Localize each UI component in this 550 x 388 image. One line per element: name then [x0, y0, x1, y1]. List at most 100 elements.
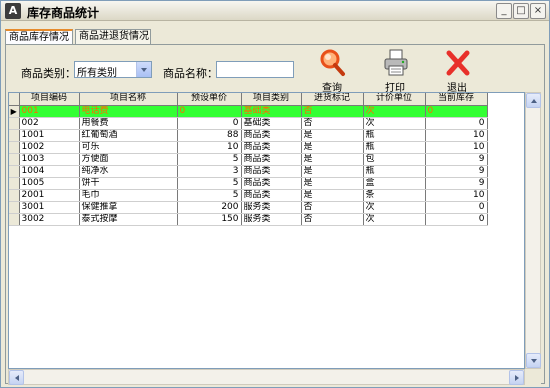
- tab-purchase-return[interactable]: 商品进退货情况: [75, 29, 151, 45]
- cell-stock[interactable]: 10: [425, 141, 488, 154]
- cell-flag[interactable]: 是: [301, 153, 364, 166]
- cell-category[interactable]: 基础类: [241, 117, 302, 130]
- cell-category[interactable]: 商品类: [241, 165, 302, 178]
- cell-code[interactable]: 1003: [19, 153, 80, 166]
- cell-flag[interactable]: 是: [301, 177, 364, 190]
- exit-button[interactable]: 退出: [437, 49, 477, 94]
- cell-name[interactable]: 泰式按摩: [79, 213, 178, 226]
- cell-stock[interactable]: 10: [425, 189, 488, 202]
- cell-unit[interactable]: 瓶: [363, 141, 426, 154]
- column-header[interactable]: 预设单价: [177, 93, 242, 106]
- cell-unit[interactable]: 瓶: [363, 129, 426, 142]
- cell-price[interactable]: 5: [177, 177, 242, 190]
- cell-unit[interactable]: 次: [363, 105, 426, 118]
- scroll-up-icon[interactable]: [526, 93, 541, 108]
- cell-name[interactable]: 饼干: [79, 177, 178, 190]
- table-row-selected[interactable]: ▶ 001 电话费 0 基础类 否 次 0: [9, 105, 488, 118]
- vertical-scrollbar[interactable]: [525, 92, 541, 369]
- table-row[interactable]: 1001 红葡萄酒 88 商品类 是 瓶 10: [9, 129, 488, 142]
- cell-code[interactable]: 3002: [19, 213, 80, 226]
- cell-stock[interactable]: 9: [425, 177, 488, 190]
- cell-stock[interactable]: 0: [425, 105, 488, 118]
- cell-name[interactable]: 红葡萄酒: [79, 129, 178, 142]
- cell-unit[interactable]: 次: [363, 201, 426, 214]
- column-header[interactable]: 进货标记: [301, 93, 364, 106]
- column-header[interactable]: 项目名称: [79, 93, 178, 106]
- cell-name[interactable]: 纯净水: [79, 165, 178, 178]
- column-header[interactable]: 项目类别: [241, 93, 302, 106]
- cell-price[interactable]: 5: [177, 153, 242, 166]
- close-button[interactable]: ×: [530, 3, 546, 19]
- cell-unit[interactable]: 次: [363, 213, 426, 226]
- cell-price[interactable]: 200: [177, 201, 242, 214]
- product-name-input[interactable]: [216, 61, 294, 78]
- cell-code[interactable]: 3001: [19, 201, 80, 214]
- chevron-down-icon[interactable]: [136, 62, 151, 77]
- cell-category[interactable]: 服务类: [241, 213, 302, 226]
- cell-name[interactable]: 用餐费: [79, 117, 178, 130]
- cell-price[interactable]: 3: [177, 165, 242, 178]
- table-row[interactable]: 1002 可乐 10 商品类 是 瓶 10: [9, 141, 488, 154]
- table-row[interactable]: 2001 毛巾 5 商品类 是 条 10: [9, 189, 488, 202]
- cell-price[interactable]: 5: [177, 189, 242, 202]
- maximize-button[interactable]: □: [513, 3, 529, 19]
- cell-category[interactable]: 商品类: [241, 141, 302, 154]
- cell-code[interactable]: 2001: [19, 189, 80, 202]
- cell-code[interactable]: 1001: [19, 129, 80, 142]
- cell-code[interactable]: 002: [19, 117, 80, 130]
- cell-name[interactable]: 保健推拿: [79, 201, 178, 214]
- cell-stock[interactable]: 10: [425, 129, 488, 142]
- cell-code[interactable]: 001: [19, 105, 80, 118]
- horizontal-scrollbar[interactable]: [8, 369, 525, 385]
- table-row[interactable]: 1003 方便面 5 商品类 是 包 9: [9, 153, 488, 166]
- cell-flag[interactable]: 否: [301, 213, 364, 226]
- cell-flag[interactable]: 是: [301, 165, 364, 178]
- cell-category[interactable]: 商品类: [241, 129, 302, 142]
- cell-name[interactable]: 电话费: [79, 105, 178, 118]
- column-header[interactable]: 计价单位: [363, 93, 426, 106]
- column-header[interactable]: 项目编码: [19, 93, 80, 106]
- scroll-left-icon[interactable]: [9, 370, 24, 385]
- cell-flag[interactable]: 否: [301, 117, 364, 130]
- cell-unit[interactable]: 盒: [363, 177, 426, 190]
- cell-flag[interactable]: 是: [301, 129, 364, 142]
- column-header[interactable]: 当前库存: [425, 93, 488, 106]
- table-row[interactable]: 1004 纯净水 3 商品类 是 瓶 9: [9, 165, 488, 178]
- cell-flag[interactable]: 否: [301, 201, 364, 214]
- cell-stock[interactable]: 0: [425, 201, 488, 214]
- cell-flag[interactable]: 是: [301, 189, 364, 202]
- cell-stock[interactable]: 9: [425, 165, 488, 178]
- cell-unit[interactable]: 次: [363, 117, 426, 130]
- cell-category[interactable]: 商品类: [241, 189, 302, 202]
- tab-stock-status[interactable]: 商品库存情况: [5, 29, 73, 45]
- cell-name[interactable]: 毛巾: [79, 189, 178, 202]
- cell-flag[interactable]: 是: [301, 141, 364, 154]
- cell-code[interactable]: 1002: [19, 141, 80, 154]
- table-row[interactable]: 1005 饼干 5 商品类 是 盒 9: [9, 177, 488, 190]
- table-row[interactable]: 002 用餐费 0 基础类 否 次 0: [9, 117, 488, 130]
- scroll-right-icon[interactable]: [509, 370, 524, 385]
- cell-price[interactable]: 150: [177, 213, 242, 226]
- cell-category[interactable]: 服务类: [241, 201, 302, 214]
- query-button[interactable]: 查询: [312, 49, 352, 94]
- cell-stock[interactable]: 0: [425, 117, 488, 130]
- cell-category[interactable]: 商品类: [241, 153, 302, 166]
- table-row[interactable]: 3001 保健推拿 200 服务类 否 次 0: [9, 201, 488, 214]
- scroll-down-icon[interactable]: [526, 353, 541, 368]
- cell-category[interactable]: 商品类: [241, 177, 302, 190]
- cell-name[interactable]: 可乐: [79, 141, 178, 154]
- category-select[interactable]: 所有类别: [74, 61, 152, 79]
- cell-stock[interactable]: 0: [425, 213, 488, 226]
- cell-unit[interactable]: 包: [363, 153, 426, 166]
- cell-price[interactable]: 0: [177, 117, 242, 130]
- cell-stock[interactable]: 9: [425, 153, 488, 166]
- print-button[interactable]: 打印: [375, 49, 415, 94]
- cell-code[interactable]: 1005: [19, 177, 80, 190]
- cell-flag[interactable]: 否: [301, 105, 364, 118]
- cell-code[interactable]: 1004: [19, 165, 80, 178]
- cell-name[interactable]: 方便面: [79, 153, 178, 166]
- cell-price[interactable]: 88: [177, 129, 242, 142]
- minimize-button[interactable]: _: [496, 3, 512, 19]
- table-row[interactable]: 3002 泰式按摩 150 服务类 否 次 0: [9, 213, 488, 226]
- cell-unit[interactable]: 条: [363, 189, 426, 202]
